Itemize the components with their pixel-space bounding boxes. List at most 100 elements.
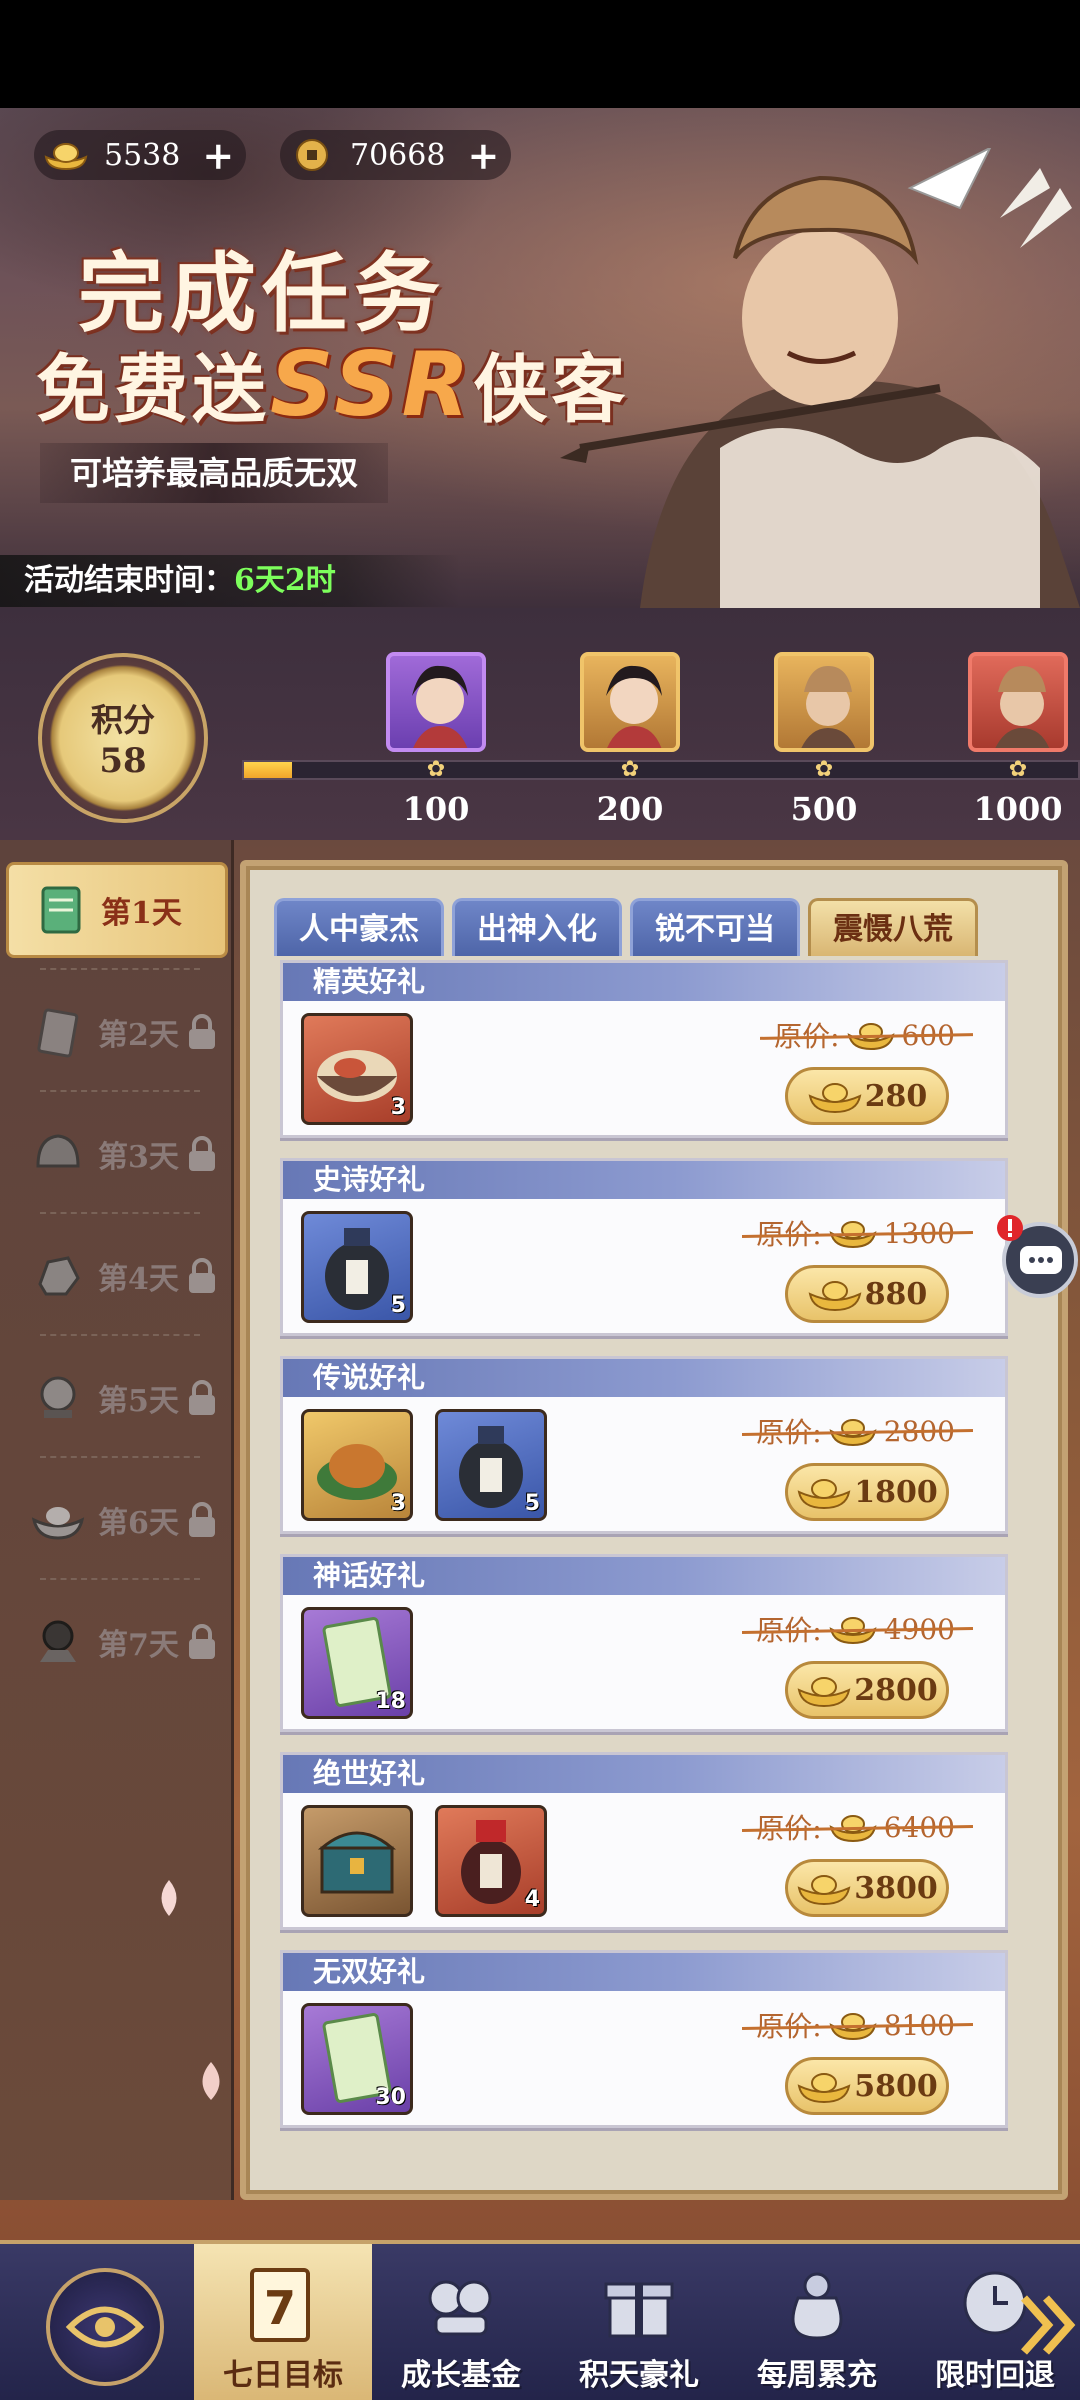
gift-card-elite: 精英好礼 3 原价: 600 280 xyxy=(280,960,1008,1138)
svg-text:7: 7 xyxy=(264,2281,296,2335)
original-price: 原价: 1300 xyxy=(742,1213,974,1253)
tab-zhenshe-bahuang[interactable]: 震慑八荒 xyxy=(808,898,978,956)
nav-label: 七日目标 xyxy=(223,2358,343,2393)
gift-items: 3 5 xyxy=(301,1409,547,1521)
end-time-value: 6天2时 xyxy=(234,563,336,598)
gift-card-mythic: 神话好礼 18 原价: 4900 2800 xyxy=(280,1554,1008,1732)
main-content: 第1天 第2天 第3天 第4天 第5天 第6天 第7天 人中豪杰 出神入化 锐不… xyxy=(0,840,1080,2240)
gift-item[interactable]: 18 xyxy=(301,1607,413,1719)
day-tab-5[interactable]: 第5天 xyxy=(6,1350,228,1446)
gift-title: 无双好礼 xyxy=(313,1955,426,1988)
gift-title: 神话好礼 xyxy=(313,1559,426,1592)
event-banner: 5538 + 70668 + 完成任务 免费送SSR侠客 可培养最高品质无双 活… xyxy=(0,108,1080,608)
gold-ingot-icon xyxy=(797,1875,851,1906)
hero-portrait-icon xyxy=(606,665,662,748)
item-quantity: 18 xyxy=(375,1689,406,1714)
coin-amount: 70668 xyxy=(350,137,446,173)
buy-button[interactable]: 3800 xyxy=(785,1859,949,1917)
gift-item[interactable]: 30 xyxy=(301,2003,413,2115)
buy-button[interactable]: 2800 xyxy=(785,1661,949,1719)
gift-item[interactable]: 5 xyxy=(301,1211,413,1323)
milestone-marker-icon: ✿ xyxy=(1008,757,1028,782)
event-logo-button[interactable] xyxy=(46,2268,164,2386)
chat-bubble-icon[interactable] xyxy=(990,1214,1080,1298)
price: 2800 xyxy=(854,1672,938,1708)
tab-ruibu-kedang[interactable]: 锐不可当 xyxy=(630,898,800,956)
day-tab-1[interactable]: 第1天 xyxy=(6,862,228,958)
gold-ingot-icon xyxy=(44,143,88,171)
gift-title: 史诗好礼 xyxy=(313,1163,426,1196)
price: 3800 xyxy=(854,1870,938,1906)
score-label: 积分 xyxy=(90,701,155,739)
money-bag-icon xyxy=(791,2272,843,2340)
add-gold-button[interactable]: + xyxy=(202,133,234,178)
helmet-icon xyxy=(36,1134,80,1168)
price: 5800 xyxy=(854,2068,938,2104)
gold-ingot-icon xyxy=(797,2073,851,2104)
score-value: 58 xyxy=(99,741,147,781)
buy-button[interactable]: 5800 xyxy=(785,2057,949,2115)
ssr-label: SSR xyxy=(270,333,474,436)
milestone-marker-icon: ✿ xyxy=(620,757,640,782)
bottom-nav: 7 七日目标 成长基金 积天豪礼 每周累充 限时回退 xyxy=(0,2240,1080,2400)
gift-item[interactable]: 5 xyxy=(435,1409,547,1521)
gift-items: 5 xyxy=(301,1211,413,1323)
day-tab-7[interactable]: 第7天 xyxy=(6,1594,228,1690)
gift-title: 精英好礼 xyxy=(313,965,426,998)
nav-seven-day-goal[interactable]: 7 七日目标 xyxy=(194,2244,372,2400)
seven-day-calendar-icon: 7 xyxy=(250,2268,310,2342)
hero-portrait-icon xyxy=(412,665,468,748)
chevron-right-icon[interactable] xyxy=(1018,2290,1080,2360)
milestone-value: 1000 xyxy=(973,790,1063,828)
tier-tabs: 人中豪杰 出神入化 锐不可当 震慑八荒 xyxy=(274,898,978,956)
gold-amount: 5538 xyxy=(104,137,181,173)
gift-items: 30 xyxy=(301,2003,413,2115)
milestone-reward-100[interactable] xyxy=(386,652,486,752)
day-tab-3[interactable]: 第3天 xyxy=(6,1106,228,1202)
divider xyxy=(40,1090,200,1092)
gift-items: 18 xyxy=(301,1607,413,1719)
buy-button[interactable]: 1800 xyxy=(785,1463,949,1521)
buy-button[interactable]: 880 xyxy=(785,1265,949,1323)
petal-decoration xyxy=(161,1880,177,1916)
add-coin-button[interactable]: + xyxy=(467,133,499,178)
nav-label: 成长基金 xyxy=(401,2358,521,2393)
gift-item[interactable]: 3 xyxy=(301,1409,413,1521)
lock-icon xyxy=(188,1136,215,1171)
score-progress-fill xyxy=(244,762,293,778)
milestone-reward-1000[interactable] xyxy=(968,652,1068,752)
gift-item[interactable] xyxy=(301,1805,413,1917)
price: 880 xyxy=(864,1276,928,1312)
day-tab-6[interactable]: 第6天 xyxy=(6,1472,228,1568)
nav-growth-fund[interactable]: 成长基金 xyxy=(372,2244,550,2400)
hero-portrait-icon xyxy=(801,666,856,748)
day-tab-2[interactable]: 第2天 xyxy=(6,984,228,1080)
gift-title: 传说好礼 xyxy=(313,1361,426,1394)
tab-chushen-ruhua[interactable]: 出神入化 xyxy=(452,898,622,956)
gold-ingot-icon xyxy=(808,1083,862,1114)
petal-decoration xyxy=(202,2062,220,2100)
gift-item[interactable]: 3 xyxy=(301,1013,413,1125)
title-prefix: 免费送 xyxy=(36,347,270,433)
gold-currency: 5538 + xyxy=(34,130,247,180)
milestone-reward-200[interactable] xyxy=(580,652,680,752)
nav-login-gift[interactable]: 积天豪礼 xyxy=(550,2244,728,2400)
nav-weekly-recharge[interactable]: 每周累充 xyxy=(728,2244,906,2400)
orb-icon xyxy=(40,1376,76,1418)
score-progress-bar xyxy=(242,760,1080,780)
buy-button[interactable]: 280 xyxy=(785,1067,949,1125)
tab-renzhong-haojie[interactable]: 人中豪杰 xyxy=(274,898,444,956)
milestone-reward-500[interactable] xyxy=(774,652,874,752)
score-badge: 积分 58 xyxy=(38,653,208,823)
lock-icon xyxy=(188,1258,215,1293)
item-quantity: 5 xyxy=(524,1491,540,1516)
banner-subtitle: 可培养最高品质无双 xyxy=(40,443,389,503)
day-label: 第1天 xyxy=(101,896,182,931)
milestone-value: 100 xyxy=(402,790,470,828)
divider xyxy=(40,1578,200,1580)
day-tab-4[interactable]: 第4天 xyxy=(6,1228,228,1324)
gift-item[interactable]: 4 xyxy=(435,1805,547,1917)
day-label: 第4天 xyxy=(98,1262,179,1297)
original-price: 原价: 2800 xyxy=(742,1411,974,1451)
milestone-value: 500 xyxy=(790,790,858,828)
